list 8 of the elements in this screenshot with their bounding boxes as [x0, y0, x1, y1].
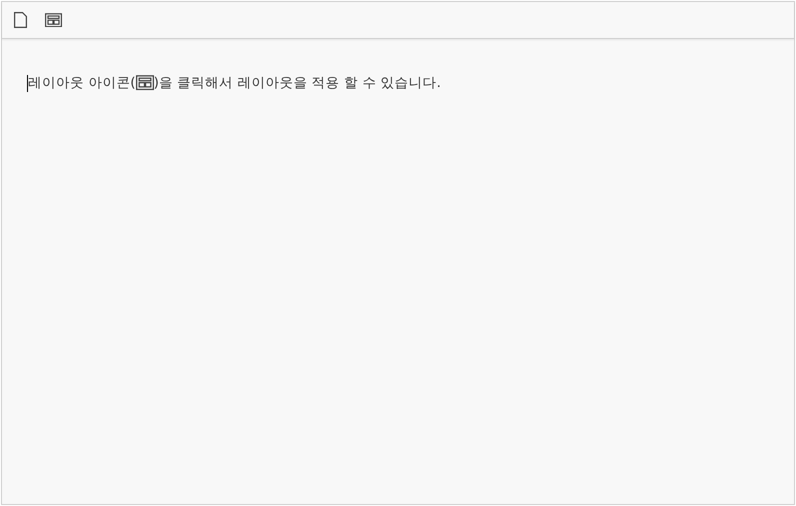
layout-button[interactable] — [45, 12, 62, 28]
layout-icon — [45, 12, 62, 28]
instruction-text: )을 클릭해서 레이아웃을 적용 할 수 있습니다. — [154, 74, 441, 93]
new-document-button[interactable] — [14, 12, 27, 28]
layout-icon — [136, 75, 154, 91]
instruction-text: 레이아웃 아이콘( — [28, 74, 136, 93]
document-icon — [14, 12, 27, 28]
text-cursor — [27, 74, 28, 92]
